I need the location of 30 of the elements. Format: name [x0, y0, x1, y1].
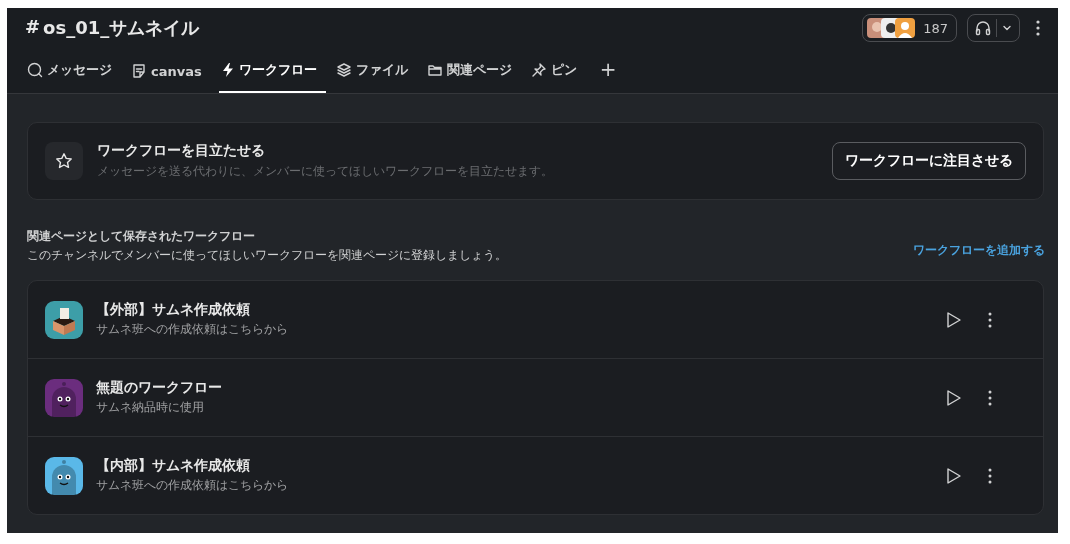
tab[interactable]: メッセージ [25, 61, 121, 93]
tab[interactable]: 関連ページ [424, 61, 521, 93]
section-title: 関連ページとして保存されたワークフロー [27, 228, 256, 245]
workflow-name[interactable]: 無題のワークフロー [96, 379, 924, 397]
workflow-description: サムネ納品時に使用 [96, 399, 205, 416]
pin-icon [530, 62, 547, 78]
section-description: このチャンネルでメンバーに使ってほしいワークフローを関連ページに登録しましょう。 [27, 247, 508, 264]
card-title: ワークフローを目立たせる [97, 142, 266, 160]
huddle-button[interactable] [967, 14, 1020, 42]
tab[interactable]: ファイル [333, 61, 417, 93]
folder-icon [426, 62, 443, 78]
tab[interactable]: canvas [129, 63, 211, 93]
workflow-name[interactable]: 【外部】サムネ作成依頼 [96, 301, 924, 319]
feature-workflow-button[interactable]: ワークフローに注目させる [832, 142, 1026, 180]
workflow-description: サムネ班への作成依頼はこちらから [96, 321, 289, 338]
tab[interactable]: ワークフロー [218, 61, 326, 93]
channel-name[interactable]: # os_01_サムネイル [25, 16, 863, 40]
layers-icon [335, 62, 352, 78]
search-icon [27, 62, 43, 78]
avatar-icon [867, 18, 918, 38]
card-description: メッセージを送る代わりに、メンバーに使ってほしいワークフローを目立たせます。 [97, 163, 554, 180]
add-workflow-link[interactable]: ワークフローを追加する [913, 242, 1045, 259]
members-button[interactable]: 187 [862, 14, 957, 42]
note-icon [131, 63, 147, 79]
tab[interactable]: ピン [528, 61, 586, 93]
workflow-description: サムネ班への作成依頼はこちらから [96, 477, 289, 494]
headphones-icon [974, 19, 992, 37]
workflow-name[interactable]: 【内部】サムネ作成依頼 [96, 457, 924, 475]
lightning-icon [220, 62, 235, 78]
add-tab-button[interactable]: + [593, 57, 623, 93]
